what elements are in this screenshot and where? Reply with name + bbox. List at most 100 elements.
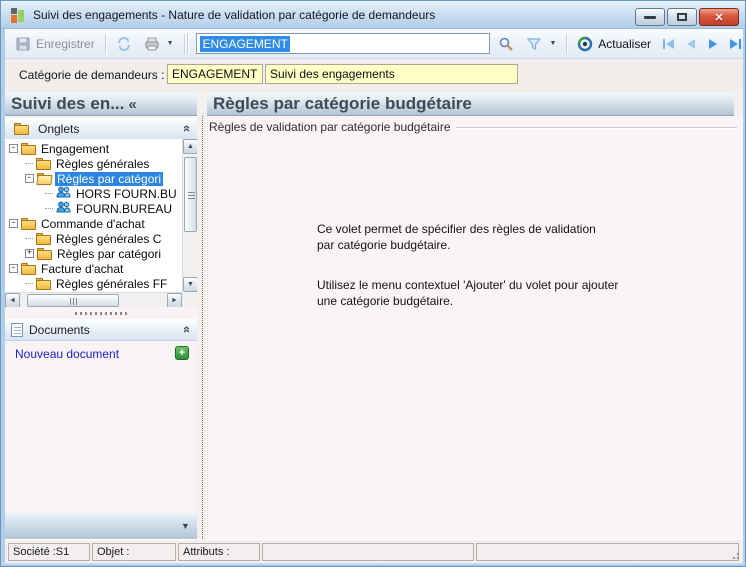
vertical-splitter[interactable] bbox=[202, 116, 203, 539]
tree-item[interactable]: - Engagement bbox=[5, 141, 182, 156]
tree-item[interactable]: - Commande d'achat bbox=[5, 216, 182, 231]
minimize-button[interactable] bbox=[635, 8, 665, 26]
window-title: Suivi des engagements - Nature de valida… bbox=[33, 8, 436, 22]
scroll-thumb[interactable] bbox=[27, 294, 119, 307]
scroll-up-icon[interactable]: ▲ bbox=[183, 139, 197, 154]
sidebar-header-title: Suivi des en... bbox=[11, 94, 125, 113]
group-box-rule bbox=[455, 126, 737, 128]
status-bar: Société :S1 Objet : Attributs : bbox=[5, 539, 743, 563]
info-line: une catégorie budgétaire. bbox=[317, 294, 454, 308]
tree-item[interactable]: Règles générales bbox=[5, 156, 182, 171]
sidebar-splitter-handle[interactable] bbox=[5, 307, 197, 319]
tree-item-label: Règles générales C bbox=[56, 231, 162, 246]
group-box-legend: Règles de validation par catégorie budgé… bbox=[209, 120, 737, 134]
tree-item-label: Règles par catégori bbox=[55, 171, 164, 186]
scroll-right-icon[interactable]: ► bbox=[167, 293, 182, 307]
sidebar-collapse-icon[interactable]: « bbox=[128, 96, 136, 113]
tree-expander-icon[interactable]: + bbox=[25, 249, 34, 258]
tree-item[interactable]: Règles générales FF bbox=[5, 276, 182, 291]
category-name-field[interactable]: Suivi des engagements bbox=[265, 64, 518, 84]
main-panel: Règles de validation par catégorie budgé… bbox=[207, 116, 743, 539]
collapse-down-icon[interactable]: ▼ bbox=[181, 521, 190, 531]
tree-connector bbox=[45, 208, 53, 209]
section-collapse-icon[interactable]: « bbox=[180, 326, 195, 333]
section-collapse-icon[interactable]: « bbox=[180, 125, 195, 132]
category-code-field[interactable]: ENGAGEMENT bbox=[167, 64, 263, 84]
tree-vertical-scrollbar[interactable]: ▲ ▼ bbox=[182, 139, 197, 292]
refresh-button[interactable]: Actualiser bbox=[571, 33, 657, 55]
add-document-button[interactable]: + bbox=[175, 346, 189, 360]
status-objet: Objet : bbox=[92, 543, 176, 561]
nav-last-button[interactable] bbox=[727, 36, 743, 52]
documents-section-header[interactable]: Documents « bbox=[5, 319, 197, 341]
tree-horizontal-scrollbar[interactable]: ◄ ► bbox=[5, 292, 182, 307]
tree-item[interactable]: HORS FOURN.BU bbox=[5, 186, 182, 201]
sidebar: Onglets « - Engagement Règles générales … bbox=[5, 116, 197, 539]
navigation-tree: - Engagement Règles générales - Règles p… bbox=[5, 139, 197, 307]
tree-expander-icon[interactable]: - bbox=[9, 144, 18, 153]
folder-icon bbox=[37, 247, 52, 260]
filter-icon bbox=[526, 36, 542, 52]
nav-previous-button[interactable] bbox=[683, 36, 699, 52]
refresh-button-label: Actualiser bbox=[598, 36, 651, 51]
tree-connector bbox=[45, 193, 53, 194]
main-panel-title: Règles par catégorie budgétaire bbox=[213, 94, 472, 113]
documents-section-label: Documents bbox=[29, 322, 90, 337]
sync-button[interactable] bbox=[110, 33, 138, 55]
app-window: Suivi des engagements - Nature de valida… bbox=[0, 0, 746, 567]
filter-dropdown-arrow-icon[interactable]: ▼ bbox=[549, 40, 556, 47]
folder-icon bbox=[21, 142, 36, 155]
users-icon bbox=[56, 201, 71, 216]
tree-item[interactable]: - Facture d'achat bbox=[5, 261, 182, 276]
record-header-row: Catégorie de demandeurs : ENGAGEMENT Sui… bbox=[5, 59, 743, 91]
tree-expander-icon[interactable]: - bbox=[9, 219, 18, 228]
tree-item[interactable]: Règles générales C bbox=[5, 231, 182, 246]
sidebar-bottom-collapse-bar[interactable]: ▼ bbox=[5, 513, 197, 539]
info-line: par catégorie budgétaire. bbox=[317, 238, 451, 252]
info-text: Ce volet permet de spécifier des règles … bbox=[317, 221, 618, 309]
tree-expander-icon[interactable]: - bbox=[9, 264, 18, 273]
tree-connector bbox=[25, 163, 33, 164]
scroll-thumb[interactable] bbox=[184, 157, 197, 232]
new-document-link[interactable]: Nouveau document bbox=[15, 347, 119, 361]
info-line: Ce volet permet de spécifier des règles … bbox=[317, 222, 596, 236]
close-button[interactable]: ✕ bbox=[699, 8, 739, 26]
sidebar-header[interactable]: Suivi des en... « bbox=[5, 93, 197, 116]
search-input[interactable]: ENGAGEMENT bbox=[196, 33, 491, 54]
toolbar-separator bbox=[104, 33, 106, 54]
tree-item[interactable]: FOURN.BUREAU bbox=[5, 201, 182, 216]
toolbar: Enregistrer ▼ ENGAGEMENT ▼ Actualiser bbox=[5, 29, 743, 59]
save-button[interactable]: Enregistrer bbox=[9, 33, 101, 55]
print-dropdown-arrow-icon[interactable]: ▼ bbox=[167, 40, 174, 47]
folder-icon bbox=[36, 232, 51, 245]
print-button[interactable]: ▼ bbox=[138, 33, 180, 55]
filter-button[interactable]: ▼ bbox=[520, 33, 562, 55]
document-icon bbox=[11, 322, 23, 337]
maximize-icon bbox=[677, 13, 687, 21]
maximize-button[interactable] bbox=[667, 8, 697, 26]
tree-item-label: Commande d'achat bbox=[41, 216, 145, 231]
search-button[interactable] bbox=[492, 33, 520, 55]
minimize-icon bbox=[644, 15, 656, 19]
refresh-icon bbox=[577, 36, 593, 52]
nav-next-button[interactable] bbox=[705, 36, 721, 52]
tree-item[interactable]: + Règles par catégori bbox=[5, 246, 182, 261]
window-border-bottom bbox=[1, 563, 745, 566]
main-panel-header: Règles par catégorie budgétaire bbox=[207, 93, 734, 116]
tree-expander-icon[interactable]: - bbox=[25, 174, 34, 183]
onglets-section-header[interactable]: Onglets « bbox=[5, 118, 197, 140]
search-icon bbox=[498, 36, 514, 52]
scroll-left-icon[interactable]: ◄ bbox=[5, 293, 20, 307]
folder-icon bbox=[36, 277, 51, 290]
title-bar[interactable]: Suivi des engagements - Nature de valida… bbox=[1, 1, 745, 29]
onglets-section-label: Onglets bbox=[38, 121, 80, 136]
resize-grip[interactable] bbox=[730, 550, 739, 559]
tree-item-selected[interactable]: - Règles par catégori bbox=[5, 171, 182, 186]
printer-icon bbox=[144, 36, 160, 52]
info-line: Utilisez le menu contextuel 'Ajouter' du… bbox=[317, 278, 619, 292]
category-label: Catégorie de demandeurs : bbox=[19, 68, 165, 82]
toolbar-separator bbox=[183, 33, 185, 54]
scroll-down-icon[interactable]: ▼ bbox=[183, 277, 197, 292]
tree-item-label: Règles par catégori bbox=[57, 246, 162, 261]
nav-first-button[interactable] bbox=[661, 36, 677, 52]
